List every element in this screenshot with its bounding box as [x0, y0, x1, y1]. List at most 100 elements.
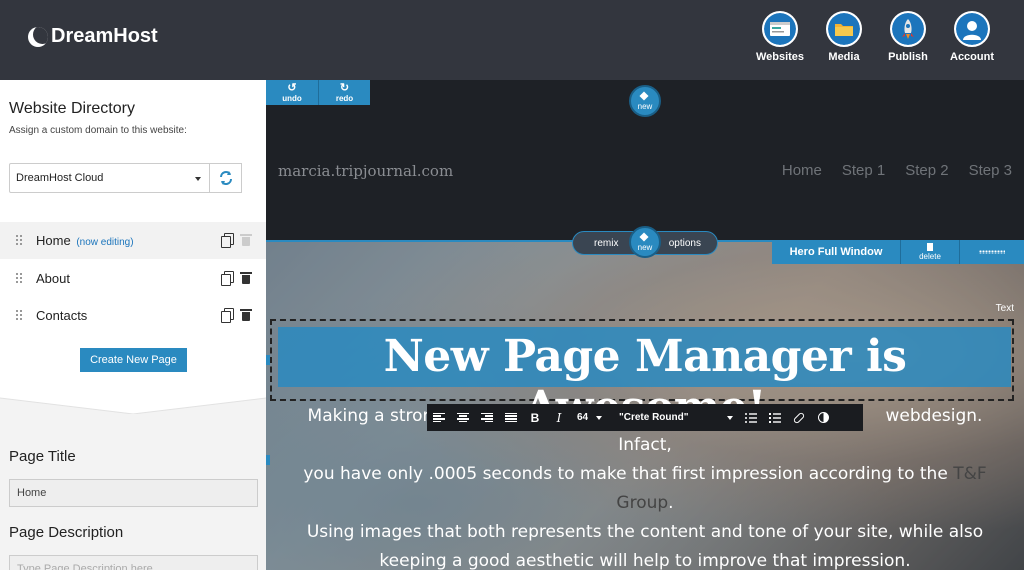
new-label: new — [637, 101, 653, 111]
site-name[interactable]: marcia.tripjournal.com — [278, 162, 453, 180]
align-center-button[interactable] — [451, 404, 475, 431]
align-center-icon — [457, 412, 469, 423]
nav-account[interactable]: Account — [940, 11, 1004, 63]
brand-name: DreamHost — [51, 25, 158, 47]
numbered-list-icon — [769, 412, 781, 423]
contrast-button[interactable] — [811, 404, 835, 431]
font-size-value: 64 — [577, 412, 589, 423]
align-left-button[interactable] — [427, 404, 451, 431]
websites-icon — [764, 13, 796, 45]
text-format-toolbar: B I 64 "Crete Round" — [427, 404, 863, 431]
domain-hint: Assign a custom domain to this website: — [9, 125, 187, 136]
chevron-down-icon — [195, 177, 201, 181]
page-name: Home (now editing) — [36, 233, 134, 248]
site-nav-home[interactable]: Home — [782, 162, 822, 179]
undo-redo-bar: ↺ undo ↻ redo — [266, 80, 370, 105]
resize-handle[interactable] — [266, 355, 270, 365]
body-text-part: . — [668, 493, 674, 513]
justify-button[interactable] — [499, 404, 523, 431]
redo-icon: ↻ — [339, 81, 350, 94]
align-right-button[interactable] — [475, 404, 499, 431]
block-name[interactable]: Hero Full Window — [772, 246, 900, 258]
block-delete-button[interactable]: delete — [900, 240, 960, 264]
link-icon — [792, 411, 806, 424]
bold-icon: B — [530, 410, 540, 425]
undo-icon: ↺ — [287, 81, 297, 94]
page-item-home[interactable]: Home (now editing) — [0, 222, 266, 259]
drag-handle-icon[interactable] — [16, 235, 24, 245]
contrast-icon — [817, 412, 829, 423]
media-icon — [828, 13, 860, 45]
page-item-contacts[interactable]: Contacts — [0, 297, 266, 334]
chevron-down-icon — [727, 416, 733, 420]
font-family-value: "Crete Round" — [619, 412, 689, 423]
create-new-page-button[interactable]: Create New Page — [80, 348, 187, 372]
trash-icon — [240, 234, 252, 246]
resize-handle[interactable] — [266, 455, 270, 465]
page-title-label: Page Title — [9, 448, 76, 465]
link-button[interactable] — [787, 404, 811, 431]
block-tag: Hero Full Window delete — [772, 240, 1024, 264]
redo-button[interactable]: ↻ redo — [318, 80, 370, 105]
italic-icon: I — [556, 410, 562, 425]
sync-button[interactable] — [210, 163, 242, 193]
sidebar: Website Directory Assign a custom domain… — [0, 80, 266, 570]
drag-handle-icon[interactable] — [16, 273, 24, 283]
layers-icon — [640, 233, 650, 243]
options-button[interactable]: options — [669, 238, 701, 249]
domain-select[interactable]: DreamHost Cloud — [9, 163, 210, 193]
trash-icon[interactable] — [240, 309, 252, 321]
body-text-part: Using images that both represents the co… — [306, 522, 984, 570]
justify-icon — [505, 412, 517, 423]
undo-label: undo — [282, 93, 302, 103]
nav-publish[interactable]: Publish — [876, 11, 940, 63]
editor-canvas: ↺ undo ↻ redo new marcia.tripjournal.com… — [266, 80, 1024, 570]
page-title-input[interactable]: Home — [9, 479, 258, 507]
bullet-list-icon — [745, 412, 757, 423]
layers-icon — [640, 92, 650, 102]
dreamhost-logo[interactable]: DreamHost — [28, 25, 158, 48]
duplicate-icon[interactable] — [221, 271, 234, 286]
block-drag-handle[interactable] — [960, 250, 1024, 254]
grip-icon — [979, 250, 1005, 254]
align-right-icon — [481, 412, 493, 423]
bold-button[interactable]: B — [523, 404, 547, 431]
bullet-list-button[interactable] — [739, 404, 763, 431]
italic-button[interactable]: I — [547, 404, 571, 431]
undo-button[interactable]: ↺ undo — [266, 80, 318, 105]
nav-websites[interactable]: Websites — [748, 11, 812, 63]
page-description-input[interactable]: Type Page Description here — [9, 555, 258, 570]
site-nav-step2[interactable]: Step 2 — [905, 162, 948, 179]
text-tag: Text — [995, 303, 1014, 314]
trash-icon[interactable] — [240, 272, 252, 284]
now-editing-label: (now editing) — [76, 237, 134, 248]
nav-label: Media — [828, 51, 860, 63]
refresh-icon — [219, 171, 232, 185]
page-name: Contacts — [36, 308, 88, 323]
font-size-select[interactable]: 64 — [571, 412, 611, 423]
delete-label: delete — [919, 252, 941, 261]
nav-label: Publish — [888, 51, 928, 63]
page-item-about[interactable]: About — [0, 260, 266, 297]
top-nav: Websites Media Publish Account — [748, 11, 1004, 63]
page-settings-panel: Page Title Home Page Description Type Pa… — [0, 414, 266, 570]
font-family-select[interactable]: "Crete Round" — [611, 412, 739, 423]
website-directory-title: Website Directory — [9, 100, 135, 117]
nav-media[interactable]: Media — [812, 11, 876, 63]
nav-label: Account — [950, 51, 994, 63]
domain-select-value: DreamHost Cloud — [16, 172, 104, 184]
moon-icon — [28, 26, 48, 47]
new-block-button[interactable]: new — [629, 85, 661, 117]
duplicate-icon[interactable] — [221, 233, 234, 248]
hero-block[interactable]: Hero Full Window delete Text New Page Ma… — [266, 240, 1024, 570]
drag-handle-icon[interactable] — [16, 310, 24, 320]
numbered-list-button[interactable] — [763, 404, 787, 431]
chevron-down-icon — [596, 415, 603, 420]
site-nav-step1[interactable]: Step 1 — [842, 162, 885, 179]
remix-button[interactable]: remix — [594, 238, 618, 249]
rocket-icon — [892, 13, 924, 45]
duplicate-icon[interactable] — [221, 308, 234, 323]
site-nav-step3[interactable]: Step 3 — [969, 162, 1012, 179]
page-description-label: Page Description — [9, 524, 124, 541]
new-block-button[interactable]: new — [629, 226, 661, 258]
